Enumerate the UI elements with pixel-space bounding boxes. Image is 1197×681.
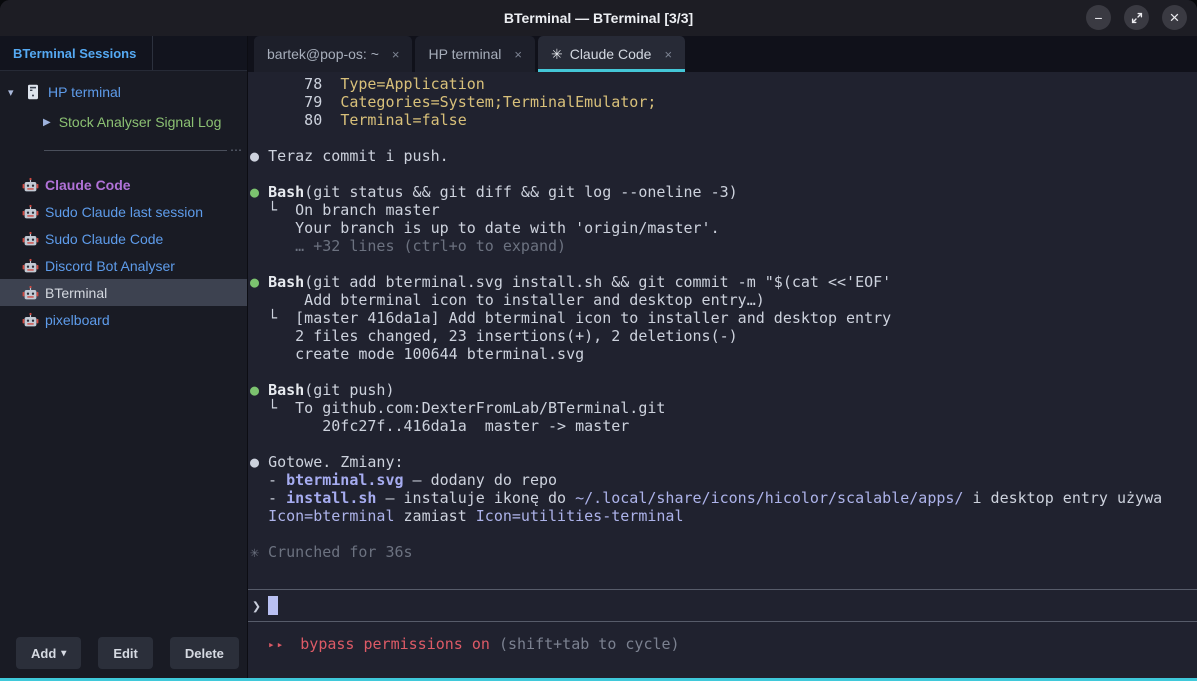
spinner-icon: ✳ bbox=[551, 46, 563, 63]
window-body: BTerminal Sessions ▾ HP terminal ▶ Stock An… bbox=[0, 36, 1197, 678]
tab-claude-code[interactable]: ✳ Claude Code × bbox=[538, 36, 685, 72]
window-controls: − × bbox=[1086, 5, 1187, 30]
terminal-line: Add bterminal icon to installer and desk… bbox=[250, 291, 1193, 309]
robot-icon bbox=[22, 231, 39, 247]
terminal-line: └ To github.com:DexterFromLab/BTerminal.… bbox=[250, 399, 1193, 417]
status-hint: (shift+tab to cycle) bbox=[499, 635, 680, 653]
sidebar-header: BTerminal Sessions bbox=[0, 36, 247, 71]
text-cursor bbox=[268, 596, 278, 615]
tree-divider: ⋯ bbox=[0, 137, 247, 163]
terminal-line: 80 Terminal=false bbox=[250, 111, 1193, 129]
delete-button[interactable]: Delete bbox=[170, 637, 239, 669]
close-icon: × bbox=[1170, 9, 1180, 26]
caret-down-icon: ▾ bbox=[61, 648, 66, 659]
divider-line bbox=[44, 150, 227, 151]
terminal-line: └ On branch master bbox=[250, 201, 1193, 219]
terminal-line: └ [master 416da1a] Add bterminal icon to… bbox=[250, 309, 1193, 327]
computer-icon bbox=[27, 84, 39, 100]
sidebar-item-discord-bot-analyser[interactable]: Discord Bot Analyser bbox=[0, 252, 247, 279]
terminal-line: - install.sh — instaluje ikonę do ~/.loc… bbox=[250, 489, 1193, 507]
robot-icon bbox=[22, 258, 39, 274]
main-area: bartek@pop-os: ~ × HP terminal × ✳ Claude Cod… bbox=[248, 36, 1197, 678]
maximize-icon bbox=[1131, 12, 1143, 24]
terminal-line: ● Bash(git add bterminal.svg install.sh … bbox=[250, 273, 1193, 291]
robot-icon bbox=[22, 285, 39, 301]
terminal-line: Icon=bterminal zamiast Icon=utilities-te… bbox=[250, 507, 1193, 525]
minimize-button[interactable]: − bbox=[1086, 5, 1111, 30]
terminal-output: 78 Type=Application 79 Categories=System… bbox=[248, 72, 1197, 589]
button-label: Delete bbox=[185, 646, 224, 661]
tab-bar: bartek@pop-os: ~ × HP terminal × ✳ Claude Cod… bbox=[248, 36, 1197, 72]
fast-forward-icon: ▸▸ bbox=[268, 638, 285, 651]
tab-label: HP terminal bbox=[428, 46, 501, 62]
bterminal-window: BTerminal — BTerminal [3/3] − × BTermina… bbox=[0, 0, 1197, 681]
permissions-mode-label: bypass permissions on bbox=[300, 635, 490, 653]
sessions-sidebar: BTerminal Sessions ▾ HP terminal ▶ Stock An… bbox=[0, 36, 248, 678]
terminal-line bbox=[250, 129, 1193, 147]
tab-close-icon[interactable]: × bbox=[514, 47, 522, 62]
terminal-line: 79 Categories=System;TerminalEmulator; bbox=[250, 93, 1193, 111]
sidebar-item-claude-code[interactable]: Claude Code bbox=[0, 171, 247, 198]
button-label: Edit bbox=[113, 646, 138, 661]
sidebar-item-pixelboard[interactable]: pixelboard bbox=[0, 306, 247, 333]
minimize-icon: − bbox=[1094, 11, 1102, 25]
status-bar: ▸▸ bypass permissions on (shift+tab to c… bbox=[248, 622, 1197, 678]
maximize-button[interactable] bbox=[1124, 5, 1149, 30]
sidebar-footer: Add ▾ Edit Delete bbox=[0, 637, 247, 678]
sidebar-item-sudo-claude-code[interactable]: Sudo Claude Code bbox=[0, 225, 247, 252]
tree-gap bbox=[0, 163, 247, 171]
add-button[interactable]: Add ▾ bbox=[16, 637, 81, 669]
sidebar-item-label: BTerminal bbox=[45, 285, 107, 301]
terminal-line: ● Gotowe. Zmiany: bbox=[250, 453, 1193, 471]
sidebar-group-label: HP terminal bbox=[48, 84, 121, 100]
sidebar-item-label: pixelboard bbox=[45, 312, 110, 328]
terminal-line: - bterminal.svg — dodany do repo bbox=[250, 471, 1193, 489]
button-label: Add bbox=[31, 646, 56, 661]
terminal-line: ● Bash(git status && git diff && git log… bbox=[250, 183, 1193, 201]
terminal-line: 78 Type=Application bbox=[250, 75, 1193, 93]
terminal-input[interactable]: ❯ bbox=[248, 589, 1197, 622]
sidebar-item-label: Claude Code bbox=[45, 177, 131, 193]
sidebar-item-label: Discord Bot Analyser bbox=[45, 258, 175, 274]
terminal-line bbox=[250, 525, 1193, 543]
chevron-down-icon: ▾ bbox=[8, 86, 22, 99]
sidebar-item-bterminal[interactable]: BTerminal bbox=[0, 279, 247, 306]
sidebar-header-title: BTerminal Sessions bbox=[0, 36, 153, 70]
sidebar-item-label: Stock Analyser Signal Log bbox=[59, 114, 222, 130]
tab-label: Claude Code bbox=[570, 46, 652, 62]
terminal-line: ✳ Crunched for 36s bbox=[250, 543, 1193, 561]
sidebar-item-label: Sudo Claude Code bbox=[45, 231, 163, 247]
sidebar-item-stock-analyser-signal-log[interactable]: ▶ Stock Analyser Signal Log bbox=[0, 107, 247, 137]
sidebar-group-hp-terminal[interactable]: ▾ HP terminal bbox=[0, 77, 247, 107]
sessions-tree: ▾ HP terminal ▶ Stock Analyser Signal Log ⋯ C… bbox=[0, 71, 247, 637]
window-title: BTerminal — BTerminal [3/3] bbox=[504, 10, 693, 26]
terminal-line: Your branch is up to date with 'origin/m… bbox=[250, 219, 1193, 237]
tab-bartek-pop-os[interactable]: bartek@pop-os: ~ × bbox=[254, 36, 412, 72]
tab-close-icon[interactable]: × bbox=[664, 47, 672, 62]
prompt-chevron-icon: ❯ bbox=[252, 597, 261, 615]
terminal-line bbox=[250, 435, 1193, 453]
terminal-line bbox=[250, 165, 1193, 183]
edit-button[interactable]: Edit bbox=[98, 637, 153, 669]
terminal-line: ● Bash(git push) bbox=[250, 381, 1193, 399]
terminal-line: ● Teraz commit i push. bbox=[250, 147, 1193, 165]
sidebar-item-label: Sudo Claude last session bbox=[45, 204, 203, 220]
robot-icon bbox=[22, 204, 39, 220]
terminal-line: 20fc27f..416da1a master -> master bbox=[250, 417, 1193, 435]
title-bar: BTerminal — BTerminal [3/3] − × bbox=[0, 0, 1197, 36]
play-icon: ▶ bbox=[43, 117, 51, 128]
tab-close-icon[interactable]: × bbox=[392, 47, 400, 62]
tab-hp-terminal[interactable]: HP terminal × bbox=[415, 36, 534, 72]
sidebar-item-sudo-claude-last-session[interactable]: Sudo Claude last session bbox=[0, 198, 247, 225]
terminal-line bbox=[250, 255, 1193, 273]
terminal-line: 2 files changed, 23 insertions(+), 2 del… bbox=[250, 327, 1193, 345]
close-button[interactable]: × bbox=[1162, 5, 1187, 30]
terminal-line: create mode 100644 bterminal.svg bbox=[250, 345, 1193, 363]
robot-icon bbox=[22, 312, 39, 328]
robot-icon bbox=[22, 177, 39, 193]
terminal-line: … +32 lines (ctrl+o to expand) bbox=[250, 237, 1193, 255]
tab-label: bartek@pop-os: ~ bbox=[267, 46, 379, 62]
terminal-line bbox=[250, 363, 1193, 381]
